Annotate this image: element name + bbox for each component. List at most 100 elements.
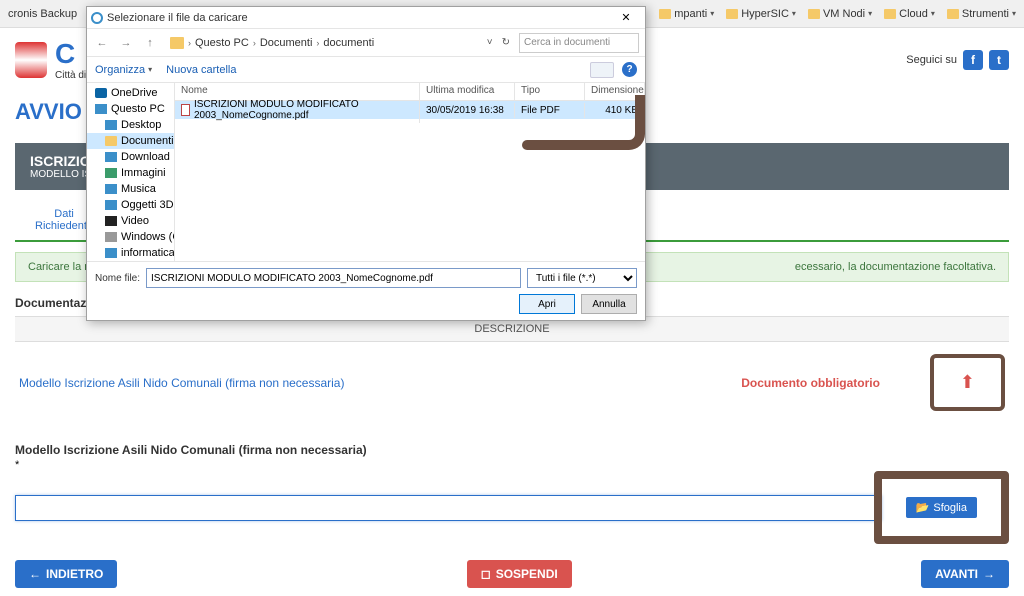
close-button[interactable]: ✕ [611, 9, 641, 27]
tree-item-label: Musica [121, 183, 156, 195]
next-button[interactable]: AVANTI → [921, 560, 1009, 588]
tree-item[interactable]: Oggetti 3D [87, 197, 174, 213]
ie-icon [91, 12, 103, 24]
help-button[interactable]: ? [622, 62, 637, 77]
tree-item[interactable]: Windows (C:) [87, 229, 174, 245]
tree-item-label: Oggetti 3D [121, 199, 174, 211]
refresh-icon[interactable]: ↻ [499, 37, 513, 48]
arrow-right-icon: → [983, 567, 995, 581]
file-name: ISCRIZIONI MODULO MODIFICATO 2003_NomeCo… [194, 99, 413, 121]
tree-item-label: informatica (\\sr [121, 247, 175, 259]
nav-forward-button[interactable]: → [117, 34, 135, 52]
breadcrumb[interactable]: › Questo PC › Documenti › documenti [165, 34, 478, 52]
column-dimensione[interactable]: Dimensione [585, 83, 645, 100]
tree-item[interactable]: Download [87, 149, 174, 165]
file-open-dialog: Selezionare il file da caricare ✕ ← → ↑ … [86, 6, 646, 321]
disk-icon [105, 232, 117, 242]
breadcrumb-item[interactable]: Documenti [260, 37, 313, 49]
tree-item-label: Download [121, 151, 170, 163]
column-tipo[interactable]: Tipo [515, 83, 585, 100]
document-required-badge: Documento obbligatorio [741, 376, 880, 390]
arrow-left-icon: ← [29, 567, 41, 581]
tree-item[interactable]: Musica [87, 181, 174, 197]
download-icon [105, 152, 117, 162]
desktop-icon [105, 120, 117, 130]
tree-item[interactable]: Desktop [87, 117, 174, 133]
dialog-footer: Nome file: Tutti i file (*.*) Apri Annul… [87, 261, 645, 320]
folder-icon [105, 136, 117, 146]
dialog-title: Selezionare il file da caricare [107, 12, 248, 24]
document-row: Modello Iscrizione Asili Nido Comunali (… [15, 342, 1009, 423]
folder-icon [808, 9, 820, 19]
facebook-button[interactable]: f [963, 50, 983, 70]
twitter-button[interactable]: t [989, 50, 1009, 70]
tree-item-label: OneDrive [111, 87, 157, 99]
file-path-input[interactable] [15, 495, 882, 521]
pc-icon [95, 104, 107, 114]
tree-item[interactable]: Questo PC [87, 101, 174, 117]
tree-item[interactable]: informatica (\\sr [87, 245, 174, 261]
new-folder-button[interactable]: Nuova cartella [166, 64, 236, 76]
folder-open-icon: 📂 [916, 501, 930, 514]
tree-item[interactable]: OneDrive [87, 85, 174, 101]
breadcrumb-item[interactable]: Questo PC [195, 37, 249, 49]
dialog-address-bar: ← → ↑ › Questo PC › Documenti › document… [87, 29, 645, 57]
file-date: 30/05/2019 16:38 [420, 103, 515, 118]
navigation-tree[interactable]: OneDrive Questo PC Desktop Documenti Downloa… [87, 83, 175, 261]
bookmark-folder[interactable]: Strumenti▾ [947, 8, 1016, 20]
3d-icon [105, 200, 117, 210]
music-icon [105, 184, 117, 194]
file-row[interactable]: ISCRIZIONI MODULO MODIFICATO 2003_NomeCo… [175, 101, 645, 119]
chevron-down-icon: ▾ [148, 65, 152, 74]
filename-label: Nome file: [95, 273, 140, 284]
cancel-button[interactable]: Annulla [581, 294, 637, 314]
upload-icon-callout[interactable]: ⬆ [930, 354, 1005, 411]
bookmark-folder[interactable]: Cloud▾ [884, 8, 935, 20]
chevron-right-icon: › [188, 38, 191, 48]
view-options-button[interactable] [590, 62, 614, 78]
bookmark-item[interactable]: cronis Backup [8, 8, 77, 20]
browse-button[interactable]: 📂 Sfoglia [906, 497, 977, 518]
file-list-pane: Nome Ultima modifica Tipo Dimensione ISC… [175, 83, 645, 261]
bookmark-folder[interactable]: mpanti▾ [659, 8, 714, 20]
chevron-down-icon: ▾ [1012, 9, 1016, 18]
dialog-toolbar: Organizza ▾ Nuova cartella ? [87, 57, 645, 83]
browse-callout: 📂 Sfoglia [874, 471, 1009, 544]
required-asterisk: * [15, 459, 1009, 471]
suspend-button[interactable]: ◻ SOSPENDI [467, 560, 572, 588]
images-icon [105, 168, 117, 178]
onedrive-icon [95, 88, 107, 98]
column-modifica[interactable]: Ultima modifica [420, 83, 515, 100]
breadcrumb-item[interactable]: documenti [323, 37, 374, 49]
open-button[interactable]: Apri [519, 294, 575, 314]
organize-menu[interactable]: Organizza ▾ [95, 64, 152, 76]
nav-back-button[interactable]: ← [93, 34, 111, 52]
tree-item[interactable]: Immagini [87, 165, 174, 181]
follow-label: Seguici su [906, 54, 957, 66]
dialog-titlebar: Selezionare il file da caricare ✕ [87, 7, 645, 29]
tree-item-label: Desktop [121, 119, 161, 131]
tree-item[interactable]: Documenti [87, 133, 174, 149]
chevron-right-icon: › [316, 38, 319, 48]
bookmark-folder[interactable]: VM Nodi▾ [808, 8, 872, 20]
bookmark-folder[interactable]: HyperSIC▾ [726, 8, 796, 20]
nav-up-button[interactable]: ↑ [141, 34, 159, 52]
tree-item-label: Video [121, 215, 149, 227]
filename-input[interactable] [146, 268, 521, 288]
file-type-filter[interactable]: Tutti i file (*.*) [527, 268, 637, 288]
tree-item-label: Windows (C:) [121, 231, 175, 243]
upload-icon: ⬆ [960, 372, 975, 393]
back-button[interactable]: ← INDIETRO [15, 560, 117, 588]
search-input[interactable]: Cerca in documenti [519, 33, 639, 53]
bookmark-icon: ◻ [481, 567, 491, 581]
document-name: Modello Iscrizione Asili Nido Comunali (… [19, 376, 741, 390]
chevron-down-icon: ▾ [710, 9, 714, 18]
chevron-down-icon: ▾ [792, 9, 796, 18]
net-icon [105, 248, 117, 258]
folder-icon [659, 9, 671, 19]
chevron-down-icon[interactable]: ˅ [484, 37, 496, 48]
folder-icon [726, 9, 738, 19]
tree-item[interactable]: Video [87, 213, 174, 229]
tree-item-label: Immagini [121, 167, 166, 179]
field-label: Modello Iscrizione Asili Nido Comunali (… [15, 443, 1009, 457]
